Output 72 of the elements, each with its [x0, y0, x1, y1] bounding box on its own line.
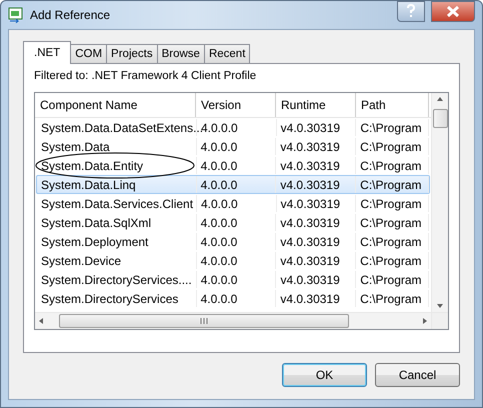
table-cell: System.Data — [41, 140, 110, 154]
vertical-scrollbar[interactable] — [431, 93, 448, 312]
list-row[interactable]: System.Data 4.0.0.0 v4.0.30319 C:\Program — [36, 137, 430, 156]
scroll-thumb[interactable] — [59, 314, 349, 328]
list-row[interactable]: System.Data.SqlXml 4.0.0.0 v4.0.30319 C:\Program — [36, 213, 430, 232]
table-cell: 4.0.0.0 — [200, 140, 238, 154]
table-cell: v4.0.30319 — [280, 272, 340, 286]
cancel-button[interactable]: Cancel — [375, 363, 460, 387]
column-header[interactable]: Path — [356, 93, 429, 117]
table-cell: C:\Program — [360, 196, 422, 210]
window-title: Add Reference — [30, 8, 110, 22]
list-row[interactable]: System.Deployment 4.0.0.0 v4.0.30319 C:\Program — [36, 232, 430, 251]
close-button[interactable] — [431, 0, 475, 22]
table-cell: v4.0.30319 — [280, 254, 340, 268]
table-cell: 4.0.0.0 — [200, 178, 238, 192]
table-cell: v4.0.30319 — [280, 234, 340, 248]
column-header[interactable]: Runtime — [276, 93, 356, 117]
list-row[interactable]: System.Device 4.0.0.0 v4.0.30319 C:\Program — [36, 251, 430, 270]
table-cell: System.Data.Services.Client — [41, 196, 194, 210]
table-cell: 4.0.0.0 — [200, 254, 238, 268]
table-cell: 4.0.0.0 — [200, 234, 238, 248]
table-cell: v4.0.30319 — [280, 178, 340, 192]
table-cell: v4.0.30319 — [280, 216, 340, 230]
table-cell: C:\Program — [360, 216, 422, 230]
table-cell: 4.0.0.0 — [201, 120, 238, 134]
table-cell: System.Data.DataSetExtens... — [41, 120, 204, 134]
table-cell: System.Data.SqlXml — [41, 216, 152, 230]
table-cell: System.Data.Entity — [41, 158, 144, 172]
ok-button[interactable]: OK — [282, 363, 367, 387]
grip-icon — [200, 318, 208, 324]
table-cell: System.Data.Linq — [41, 178, 136, 192]
column-header[interactable]: Component Name — [35, 93, 196, 117]
table-cell: 4.0.0.0 — [200, 272, 238, 286]
table-cell: C:\Program — [360, 178, 422, 192]
table-cell: 4.0.0.0 — [200, 292, 238, 306]
tab[interactable]: Recent — [204, 44, 250, 63]
table-cell: C:\Program — [360, 292, 422, 306]
table-cell: C:\Program — [360, 158, 422, 172]
tab[interactable]: Projects — [106, 44, 158, 63]
table-cell: v4.0.30319 — [280, 158, 340, 172]
table-cell: 4.0.0.0 — [200, 216, 238, 230]
list-row[interactable]: System.DirectoryServices 4.0.0.0 v4.0.30319 C:\Program — [36, 289, 430, 308]
help-button[interactable] — [397, 0, 425, 22]
list-row[interactable]: System.DirectoryServices.... 4.0.0.0 v4.0.30319 C:\Program — [36, 270, 430, 289]
table-cell: v4.0.30319 — [280, 292, 340, 306]
filter-label: Filtered to: .NET Framework 4 Client Profile — [34, 70, 258, 84]
table-cell: System.DirectoryServices — [41, 292, 178, 306]
table-cell: 4.0.0.0 — [200, 158, 238, 172]
list-row[interactable]: System.Data.Entity 4.0.0.0 v4.0.30319 C:\Program — [36, 156, 430, 175]
list-row[interactable]: System.Data.Linq 4.0.0.0 v4.0.30319 C:\Program — [36, 175, 430, 194]
table-cell: C:\Program — [360, 234, 422, 248]
table-cell: System.Device — [41, 254, 122, 268]
table-cell: System.Deployment — [41, 234, 148, 248]
scrollbar-corner — [431, 312, 448, 329]
table-cell: C:\Program — [360, 120, 422, 134]
tab[interactable]: .NET — [23, 41, 72, 64]
list-row[interactable]: System.Data.Services.Client 4.0.0.0 v4.0.30319 C:\Program — [36, 194, 430, 213]
tab[interactable]: COM — [70, 44, 108, 63]
table-cell: System.DirectoryServices.... — [41, 272, 192, 286]
list-row[interactable]: System.Data.DataSetExtens...4.0.0.0 v4.0.30319 C:\Program — [36, 118, 430, 137]
table-cell: C:\Program — [360, 272, 422, 286]
app-icon — [8, 7, 24, 23]
table-cell: 4.0.0.0 — [201, 196, 238, 210]
table-cell: C:\Program — [360, 254, 422, 268]
table-cell: v4.0.30319 — [280, 120, 340, 134]
tab[interactable]: Browse — [156, 44, 205, 63]
horizontal-scrollbar[interactable] — [35, 312, 431, 329]
table-cell: C:\Program — [360, 140, 422, 154]
table-cell: v4.0.30319 — [280, 196, 340, 210]
table-cell: v4.0.30319 — [280, 140, 340, 154]
scroll-thumb[interactable] — [432, 109, 448, 128]
column-header[interactable]: Version — [196, 93, 276, 117]
